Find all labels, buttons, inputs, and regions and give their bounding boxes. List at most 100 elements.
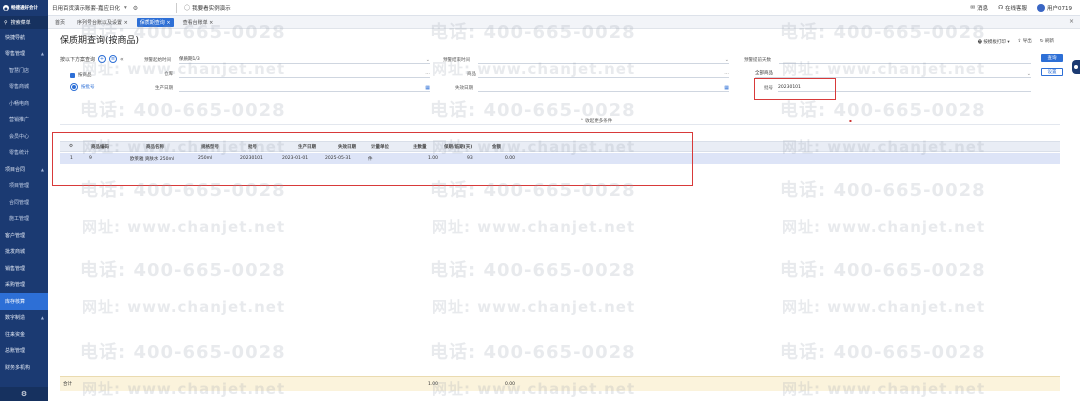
sidebar-item-label: 客户管理 <box>5 232 26 239</box>
sidebar-item[interactable]: 施工管理 <box>0 211 48 228</box>
sidebar-item[interactable]: 营销推广 <box>0 112 48 129</box>
warn-end-field[interactable]: 预警结束时间 ⌄ <box>443 55 729 64</box>
support-button[interactable]: ☊ 在线客服 <box>998 4 1027 12</box>
all-goods-value: 全部商品 <box>755 71 773 76</box>
tab[interactable]: 保质期查询 × <box>136 17 174 27</box>
watermark-phone: 电话: 400-665-0028 <box>80 100 286 121</box>
prod-date-input[interactable] <box>179 84 430 92</box>
scheme-hint: 按以下方案查询 <box>60 56 96 63</box>
sidebar-item-label: 智慧门店 <box>9 67 30 74</box>
org-selector[interactable]: 日用百货演示账套-嘉应日化 ▾ ⚙ <box>52 3 182 13</box>
sidebar-item[interactable]: 快捷导航 <box>0 29 48 46</box>
sidebar-item[interactable]: 零售统计 <box>0 145 48 162</box>
sidebar-item[interactable]: 往来资金 <box>0 326 48 343</box>
chevron-down-icon: ▾ <box>124 5 127 11</box>
user-name: 用户0719 <box>1047 6 1072 12</box>
all-goods-select[interactable]: 全部商品 <box>755 70 1031 78</box>
warn-start-field[interactable]: 预警起始时间 保质期1/3 ⌄ <box>144 55 430 64</box>
sidebar-item[interactable]: 合同管理 <box>0 194 48 211</box>
close-icon[interactable]: × <box>1069 18 1074 25</box>
sidebar-item[interactable]: 项目管理 <box>0 178 48 195</box>
sidebar-item[interactable]: 财务多机构 <box>0 359 48 376</box>
sidebar-item-label: 批发商城 <box>5 249 26 256</box>
footer-total-label: 合计 <box>63 382 72 387</box>
add-scheme-button[interactable]: + <box>98 55 107 63</box>
sidebar-item-label: 销售管理 <box>5 265 26 272</box>
marker-dot: ▪ <box>849 118 852 123</box>
more-icon[interactable]: ··· <box>425 71 430 77</box>
sidebar-item[interactable]: 零售管理 ▲ <box>0 46 48 63</box>
refresh-button[interactable]: ↻ 刷新 <box>1040 38 1054 46</box>
sidebar-item[interactable]: 小畅电商 <box>0 95 48 112</box>
chevron-up-icon: ▲ <box>40 315 44 321</box>
gear-icon[interactable]: ⚙ <box>133 5 138 12</box>
goods-input[interactable] <box>478 70 729 78</box>
app-logo[interactable]: ● 畅捷通好会计 <box>0 0 48 16</box>
settings-gear-icon[interactable]: ⚙ <box>0 387 48 401</box>
sidebar-item[interactable]: 销售管理 <box>0 260 48 277</box>
sidebar-item-label: 往来资金 <box>5 331 26 338</box>
collapse-left-icon[interactable]: « <box>120 56 124 63</box>
warn-days-label: 预警提前天数 <box>744 57 771 63</box>
annotation-box-table <box>52 132 693 186</box>
demo-link[interactable]: ◯ 我要看实例演示 <box>184 3 231 13</box>
warn-days-field[interactable]: 预警提前天数 <box>744 55 1031 64</box>
filter-scheme: 按以下方案查询 + ≡ « <box>60 54 124 64</box>
scheme-option-goods[interactable]: 按商品 <box>70 72 92 78</box>
tab[interactable]: 序列号台账以及设置 × <box>74 18 131 27</box>
scheme-list-button[interactable]: ≡ <box>109 55 118 63</box>
sidebar-item-label: 合同管理 <box>9 199 30 206</box>
menu-search[interactable]: ⚲ 搜索菜单 <box>0 16 48 29</box>
logo-icon: ● <box>3 5 9 11</box>
sidebar-item[interactable]: 库存核算 <box>0 293 48 310</box>
settings-button[interactable]: 设置 <box>1041 68 1063 76</box>
scheme-option-goods-label: 按商品 <box>78 73 92 78</box>
chevron-up-icon: ▲ <box>40 51 44 57</box>
scheme-option-batch-label: 按批号 <box>81 85 95 90</box>
chevron-up-icon: ▲ <box>40 166 44 172</box>
export-button[interactable]: ⇪ 导出 <box>1018 38 1032 46</box>
scheme-option-batch[interactable]: 按批号 <box>70 83 95 91</box>
expire-date-input[interactable] <box>478 84 729 92</box>
sidebar-item[interactable]: 客户管理 <box>0 227 48 244</box>
calendar-icon[interactable]: ▦ <box>724 85 729 91</box>
sidebar-item[interactable]: 批发商城 <box>0 244 48 261</box>
warehouse-label: 仓库 <box>164 71 173 77</box>
calendar-icon[interactable]: ▦ <box>425 85 430 91</box>
print-label: 按模板打印 <box>983 40 1006 45</box>
sidebar-item[interactable]: 会员中心 <box>0 128 48 145</box>
menu-search-label: 搜索菜单 <box>10 20 31 26</box>
top-right-actions: ✉ 消息 ☊ 在线客服 用户0719 <box>970 3 1072 13</box>
query-button[interactable]: 查询 <box>1041 54 1063 62</box>
sidebar-item[interactable]: 零售商城 <box>0 79 48 96</box>
user-menu[interactable]: 用户0719 <box>1037 4 1072 12</box>
prod-date-field[interactable]: 生产日期 ▦ <box>155 83 430 92</box>
warehouse-input[interactable] <box>179 70 430 78</box>
sidebar-item[interactable]: 智慧门店 <box>0 62 48 79</box>
warn-start-select[interactable]: 保质期1/3 <box>179 56 430 64</box>
warehouse-field[interactable]: 仓库 ··· <box>164 69 430 78</box>
expire-date-field[interactable]: 失效日期 ▦ <box>455 83 729 92</box>
sidebar-item[interactable]: 数字制造 ▲ <box>0 310 48 327</box>
sidebar-item-label: 零售管理 <box>5 51 26 58</box>
sidebar: ⚲ 搜索菜单 快捷导航零售管理 ▲ 智慧门店零售商城 小畅电商 营销推广 会员中心 零售统计… <box>0 16 48 401</box>
sidebar-item[interactable]: 项目合同 ▲ <box>0 161 48 178</box>
logo-text: 畅捷通好会计 <box>11 6 38 11</box>
tab[interactable]: 首页 <box>52 18 68 27</box>
footer-total-qty: 1.00 <box>428 381 439 387</box>
sidebar-item-label: 库存核算 <box>5 298 26 305</box>
warn-end-select[interactable] <box>478 56 729 64</box>
warn-days-input[interactable] <box>779 56 1031 64</box>
all-goods-field[interactable]: 全部商品 ⌄ <box>755 69 1031 78</box>
print-template-button[interactable]: 🖶 按模板打印 ▾ <box>978 38 1010 46</box>
more-icon[interactable]: ··· <box>724 71 729 77</box>
goods-field[interactable]: 商品 ··· <box>467 69 729 78</box>
sidebar-item[interactable]: 总账管理 <box>0 343 48 360</box>
demo-link-label: 我要看实例演示 <box>192 6 231 12</box>
tab[interactable]: 查看台账单 × <box>180 18 217 27</box>
side-drawer-handle[interactable] <box>1072 60 1080 74</box>
messages-label: 消息 <box>977 6 989 12</box>
warn-end-label: 预警结束时间 <box>443 57 470 63</box>
sidebar-item[interactable]: 采购管理 <box>0 277 48 294</box>
messages-button[interactable]: ✉ 消息 <box>970 4 988 12</box>
